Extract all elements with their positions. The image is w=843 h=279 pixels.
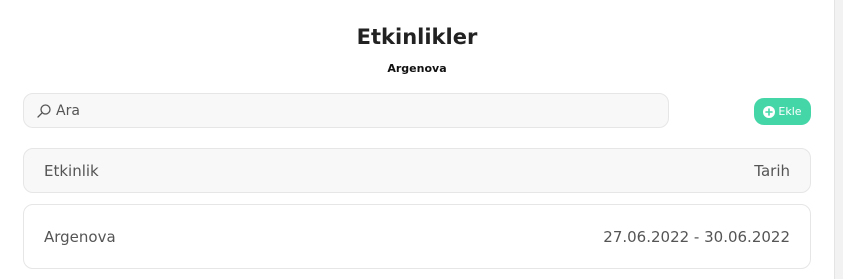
search-bar[interactable] — [23, 93, 669, 128]
column-header-event[interactable]: Etkinlik — [44, 162, 99, 180]
table-header: Etkinlik Tarih — [23, 148, 811, 193]
scrollbar[interactable] — [834, 0, 843, 279]
add-button-label: Ekle — [778, 105, 802, 118]
search-icon — [36, 103, 52, 119]
page-subtitle: Argenova — [387, 62, 447, 75]
plus-circle-icon — [763, 105, 776, 118]
search-input[interactable] — [56, 102, 636, 119]
page-title: Etkinlikler — [356, 25, 478, 49]
table-row[interactable]: Argenova 27.06.2022 - 30.06.2022 — [23, 204, 811, 269]
event-name: Argenova — [44, 227, 116, 246]
event-date: 27.06.2022 - 30.06.2022 — [603, 227, 790, 246]
add-event-button[interactable]: Ekle — [754, 98, 811, 125]
column-header-date[interactable]: Tarih — [754, 162, 790, 180]
